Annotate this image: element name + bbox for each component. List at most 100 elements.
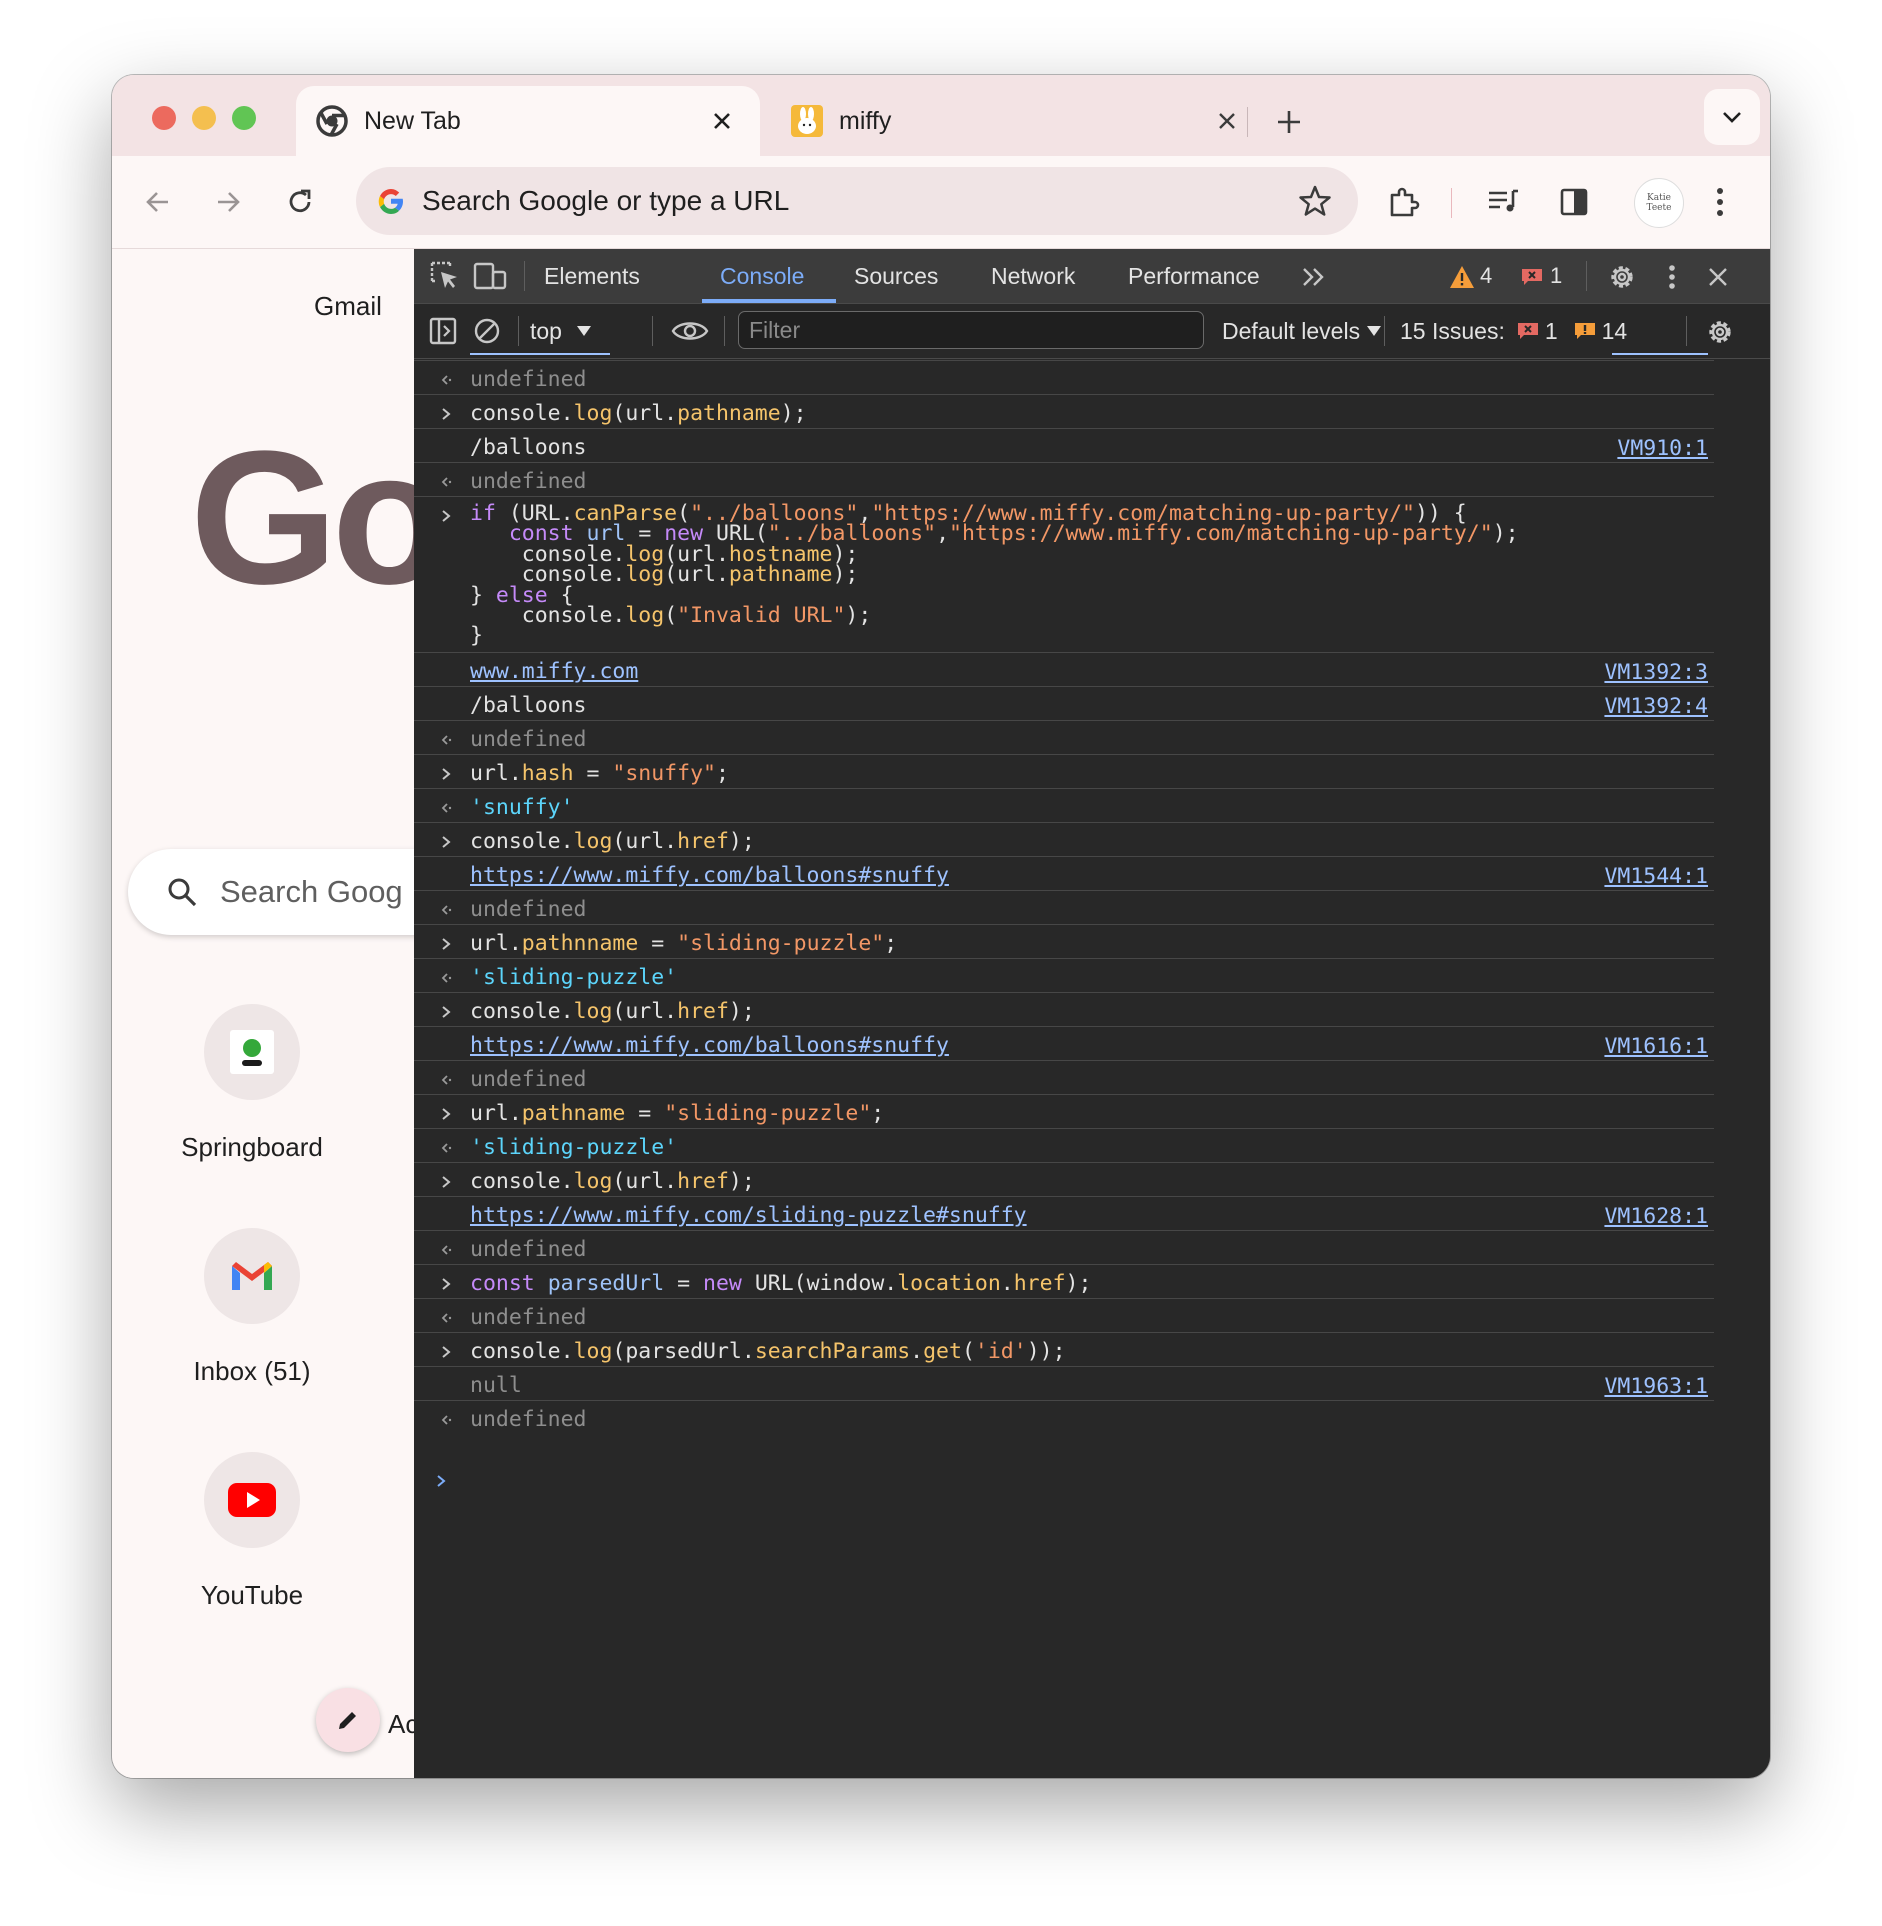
gmail-link[interactable]: Gmail: [314, 291, 382, 322]
log-output-link[interactable]: https://www.miffy.com/balloons#snuffy: [470, 864, 949, 888]
zoom-window-button[interactable]: [232, 106, 256, 130]
close-tab-icon[interactable]: [1209, 103, 1245, 139]
error-icon[interactable]: [1520, 266, 1544, 288]
eye-icon[interactable]: [670, 316, 710, 346]
console-input-row[interactable]: console.log(url.href);: [414, 823, 1714, 857]
ntp-search-box[interactable]: Search Goog: [128, 849, 414, 935]
shortcut-springboard[interactable]: Springboard: [142, 1004, 362, 1163]
input-chevron-icon: [440, 404, 452, 424]
input-code: console.log(parsedUrl.searchParams.get('…: [470, 1339, 1066, 1364]
extensions-button[interactable]: [1382, 180, 1426, 224]
source-link[interactable]: VM1963:1: [1604, 1374, 1708, 1399]
log-output-link[interactable]: https://www.miffy.com/balloons#snuffy: [470, 1034, 949, 1058]
tab-search-button[interactable]: [1704, 89, 1760, 145]
device-toolbar-icon[interactable]: [472, 259, 508, 293]
profile-avatar[interactable]: Katie Teete: [1634, 178, 1684, 228]
more-tabs-icon[interactable]: [1300, 263, 1328, 291]
tab-title: miffy: [839, 106, 892, 135]
separator: [518, 316, 519, 346]
input-code: url.pathnname = "sliding-puzzle";: [470, 931, 898, 956]
source-link[interactable]: VM1616:1: [1604, 1034, 1708, 1059]
warning-icon[interactable]: [1448, 264, 1476, 290]
tab-network[interactable]: Network: [991, 249, 1075, 303]
result-arrow-icon: [440, 900, 452, 920]
youtube-icon: [204, 1452, 300, 1548]
source-link[interactable]: VM1544:1: [1604, 864, 1708, 889]
source-link[interactable]: VM1392:4: [1604, 694, 1708, 719]
chevron-down-icon: [1723, 112, 1741, 123]
gear-icon[interactable]: [1606, 261, 1638, 293]
shortcut-label: Inbox (51): [193, 1356, 311, 1386]
log-levels-dropdown[interactable]: Default levels: [1222, 304, 1382, 358]
result-value: 'sliding-puzzle': [470, 965, 678, 990]
console-input-row[interactable]: console.log(parsedUrl.searchParams.get('…: [414, 1333, 1714, 1367]
console-input-row[interactable]: url.pathnname = "sliding-puzzle";: [414, 925, 1714, 959]
console-input-row[interactable]: const parsedUrl = new URL(window.locatio…: [414, 1265, 1714, 1299]
close-tab-icon[interactable]: [704, 103, 740, 139]
miffy-favicon: [791, 105, 823, 137]
shortcut-inbox[interactable]: Inbox (51): [142, 1228, 362, 1387]
sidebar-toggle-icon[interactable]: [428, 316, 458, 346]
console-input-row[interactable]: console.log(url.href);: [414, 1163, 1714, 1197]
log-output-link[interactable]: https://www.miffy.com/sliding-puzzle#snu…: [470, 1204, 1027, 1228]
browser-window: New Tab miffy Search Google or type a UR…: [112, 75, 1770, 1778]
source-link[interactable]: VM1628:1: [1604, 1204, 1708, 1229]
result-value: undefined: [470, 469, 587, 494]
console-input-row[interactable]: url.hash = "snuffy";: [414, 755, 1714, 789]
side-panel-button[interactable]: [1552, 180, 1596, 224]
tab-sources[interactable]: Sources: [854, 249, 938, 303]
result-value: 'snuffy': [470, 795, 574, 820]
minimize-window-button[interactable]: [192, 106, 216, 130]
active-tab-indicator: [702, 299, 836, 303]
bookmark-star-icon[interactable]: [1298, 184, 1332, 218]
tab-performance[interactable]: Performance: [1128, 249, 1260, 303]
console-prompt-icon[interactable]: [434, 1471, 448, 1491]
close-icon[interactable]: [1704, 263, 1732, 291]
context-selector[interactable]: top: [530, 304, 592, 358]
devtools-panel: Elements Console Sources Network Perform…: [414, 249, 1770, 1778]
tab-new-tab[interactable]: New Tab: [296, 86, 760, 156]
new-tab-button[interactable]: [1260, 97, 1318, 147]
kebab-menu-icon[interactable]: [1662, 261, 1682, 293]
close-window-button[interactable]: [152, 106, 176, 130]
log-output-link[interactable]: www.miffy.com: [470, 660, 638, 684]
customize-button[interactable]: [316, 1688, 380, 1752]
result-value: undefined: [470, 1305, 587, 1330]
inspect-element-icon[interactable]: [428, 259, 462, 293]
dropdown-arrow-icon: [576, 326, 591, 336]
browser-toolbar: Search Google or type a URL Katie Teete: [112, 156, 1770, 249]
chrome-menu-button[interactable]: [1698, 180, 1742, 224]
console-input-row[interactable]: console.log(url.pathname);: [414, 395, 1714, 429]
filter-input[interactable]: [738, 311, 1204, 349]
search-icon: [166, 876, 198, 908]
tab-elements[interactable]: Elements: [544, 249, 640, 303]
warning-count: 4: [1480, 263, 1493, 288]
shortcut-label: Springboard: [181, 1132, 323, 1162]
reading-list-button[interactable]: [1482, 180, 1526, 224]
shortcut-youtube[interactable]: YouTube: [142, 1452, 362, 1611]
reload-button[interactable]: [278, 180, 322, 224]
log-output: /balloons: [470, 693, 587, 718]
back-button[interactable]: [136, 180, 180, 224]
console-output-row: /balloons VM1392:4: [414, 687, 1714, 721]
clear-console-icon[interactable]: [472, 316, 502, 346]
console-row-partial: [414, 353, 1714, 361]
console-input-row[interactable]: console.log(url.href);: [414, 993, 1714, 1027]
source-link[interactable]: VM1392:3: [1604, 660, 1708, 685]
tab-console[interactable]: Console: [720, 249, 804, 303]
forward-button[interactable]: [206, 180, 250, 224]
source-link[interactable]: VM910:1: [1617, 436, 1708, 461]
console-input-row[interactable]: url.pathname = "sliding-puzzle";: [414, 1095, 1714, 1129]
arrow-left-icon: [146, 192, 168, 212]
log-levels-label: Default levels: [1222, 317, 1361, 344]
console-scrollbar-track[interactable]: [1714, 359, 1770, 1778]
separator: [1686, 316, 1687, 346]
tab-miffy[interactable]: miffy: [775, 86, 1265, 156]
omnibox[interactable]: Search Google or type a URL: [356, 167, 1358, 235]
console-result-row: undefined: [414, 463, 1714, 497]
input-code: const parsedUrl = new URL(window.locatio…: [470, 1271, 1092, 1296]
console-settings-gear-icon[interactable]: [1704, 316, 1736, 348]
console-input-row[interactable]: if (URL.canParse("../balloons","https://…: [414, 497, 1714, 653]
console-output-row: https://www.miffy.com/sliding-puzzle#snu…: [414, 1197, 1714, 1231]
issues-button[interactable]: 15 Issues: 1 14: [1400, 304, 1627, 358]
